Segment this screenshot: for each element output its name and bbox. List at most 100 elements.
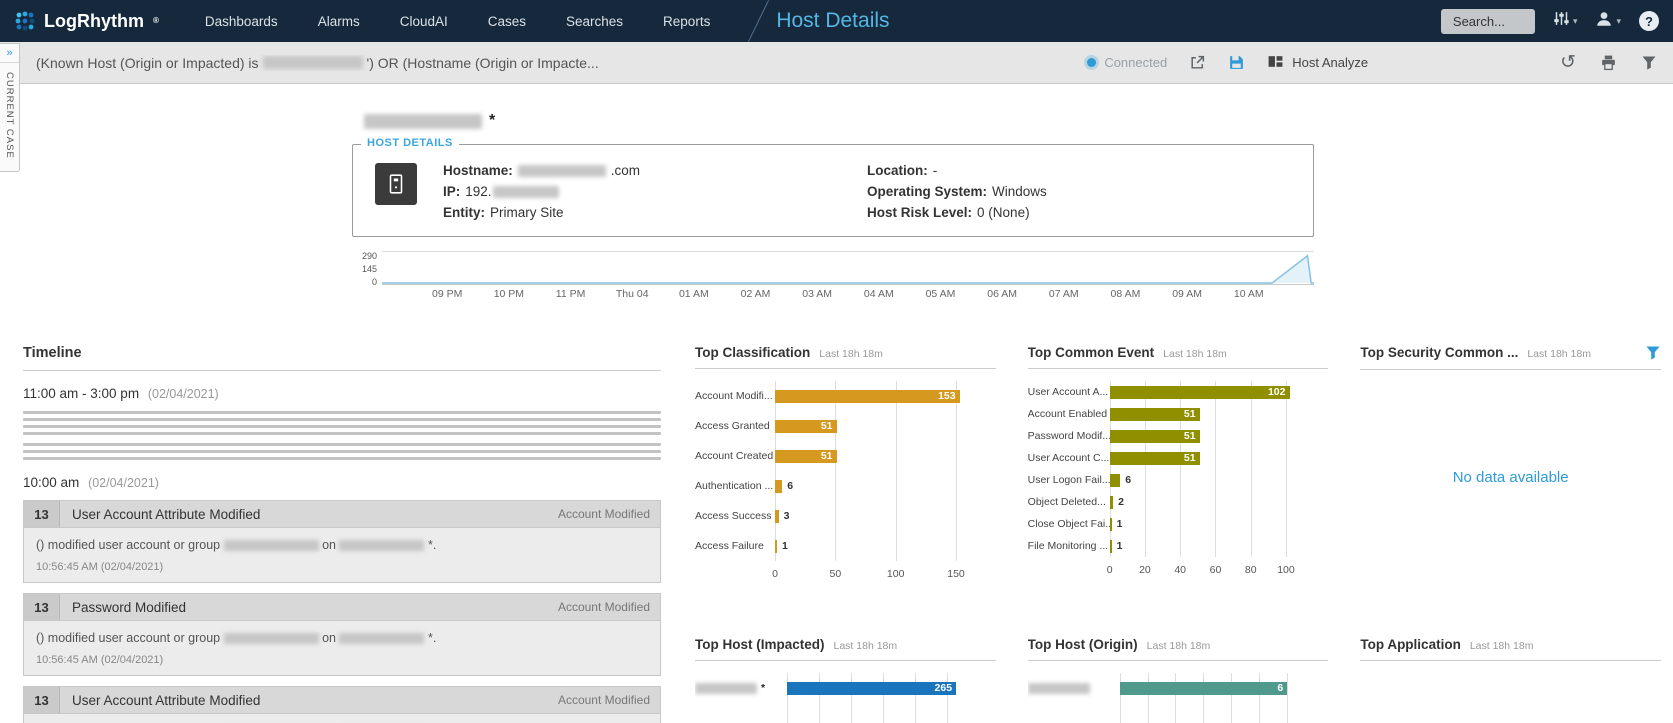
display-settings-control[interactable]: ▾ <box>1553 10 1578 32</box>
title-slash-divider <box>746 0 772 42</box>
x-tick: 100 <box>1277 564 1295 576</box>
chart-bar[interactable]: 51 <box>775 450 837 463</box>
collapsed-event-line <box>23 432 661 435</box>
undo-icon[interactable]: ↺ <box>1560 53 1576 72</box>
bar-row: 1 <box>1110 535 1299 557</box>
panel-time-range: Last 18h 18m <box>1147 640 1211 652</box>
redacted-label <box>695 683 757 694</box>
chart-bar[interactable]: 51 <box>1110 408 1200 421</box>
redacted-account-name <box>224 540 319 551</box>
x-tick: 100 <box>887 568 905 580</box>
event-count-badge: 13 <box>24 687 60 713</box>
nav-item-cases[interactable]: Cases <box>488 14 526 29</box>
redacted-host-name <box>339 633 424 644</box>
redacted-host-name <box>339 540 424 551</box>
category-label: User Account C... <box>1028 447 1110 469</box>
open-in-new-icon[interactable] <box>1189 54 1206 71</box>
collapsed-event-line <box>23 443 661 446</box>
timeline-event-card[interactable]: 13 User Account Attribute Modified Accou… <box>23 500 661 583</box>
collapsed-events-stack[interactable] <box>23 443 661 460</box>
sparkline-plot-area[interactable]: 09 PM10 PM11 PMThu 0401 AM02 AM03 AM04 A… <box>382 251 1314 305</box>
category-label: Access Granted <box>695 411 775 441</box>
widget-filter-funnel-icon[interactable] <box>1645 345 1661 361</box>
nav-item-dashboards[interactable]: Dashboards <box>205 14 278 29</box>
chevron-down-icon: ▾ <box>1616 16 1621 27</box>
category-label: User Account A... <box>1028 381 1110 403</box>
bar-row: 51 <box>1110 425 1299 447</box>
x-tick: 07 AM <box>1049 288 1079 300</box>
category-label: File Monitoring ... <box>1028 535 1110 557</box>
analyze-grid-icon <box>1267 53 1284 73</box>
chart-bar[interactable] <box>1110 496 1114 509</box>
nav-item-reports[interactable]: Reports <box>663 14 710 29</box>
expand-chevrons-icon[interactable]: » <box>0 44 19 63</box>
message-text: *. <box>428 538 436 552</box>
x-tick: 60 <box>1210 564 1222 576</box>
chart-bar[interactable]: 51 <box>1110 452 1200 465</box>
host-analyze-button[interactable]: Host Analyze <box>1267 53 1368 73</box>
help-icon[interactable]: ? <box>1639 11 1659 31</box>
chart-bar[interactable] <box>1110 540 1112 553</box>
x-tick: 10 PM <box>494 288 524 300</box>
x-tick: 10 AM <box>1234 288 1264 300</box>
event-timestamp: 10:56:45 AM (02/04/2021) <box>24 654 660 675</box>
redacted-ip-value <box>493 186 559 198</box>
bar-value: 1 <box>1117 519 1123 530</box>
chart-bar[interactable]: 6 <box>1120 682 1288 695</box>
chart-bar[interactable] <box>1110 474 1121 487</box>
search-toolbar: (Known Host (Origin or Impacted) is ') O… <box>0 42 1673 84</box>
entity-value: Primary Site <box>490 205 564 220</box>
message-text: on <box>322 631 336 645</box>
panel-title: Top Common Event <box>1028 345 1155 360</box>
host-summary-area: * HOST DETAILS Hostname: .com <box>352 112 1314 305</box>
category-label: Authentication ... <box>695 471 775 501</box>
x-tick: 80 <box>1245 564 1257 576</box>
x-tick: 02 AM <box>741 288 771 300</box>
collapsed-events-stack[interactable] <box>23 411 661 435</box>
classification-bar-chart[interactable]: Account Modifi...Access GrantedAccount C… <box>695 381 996 584</box>
nav-item-alarms[interactable]: Alarms <box>318 14 360 29</box>
host-origin-bar-chart[interactable]: 6 <box>1028 673 1329 723</box>
filter-funnel-icon[interactable] <box>1641 55 1657 71</box>
chart-bar[interactable] <box>1110 518 1112 531</box>
bar-value: 153 <box>938 391 956 402</box>
chart-bar[interactable] <box>775 480 782 493</box>
location-line: Location: - <box>867 163 1291 178</box>
ip-prefix: 192. <box>465 184 491 199</box>
nav-item-searches[interactable]: Searches <box>566 14 623 29</box>
event-card-header: 13 User Account Attribute Modified Accou… <box>24 687 660 714</box>
x-tick: 09 AM <box>1172 288 1202 300</box>
search-button[interactable]: Search... <box>1441 9 1535 34</box>
user-menu[interactable]: ▾ <box>1595 10 1621 33</box>
entity-label: Entity: <box>443 205 485 220</box>
chart-bar[interactable] <box>775 540 777 553</box>
chart-bar[interactable]: 51 <box>775 420 837 433</box>
query-expression[interactable]: (Known Host (Origin or Impacted) is ') O… <box>36 55 599 71</box>
entity-line: Entity: Primary Site <box>443 205 867 220</box>
event-timestamp: 10:56:45 AM (02/04/2021) <box>24 561 660 582</box>
event-card-header: 13 Password Modified Account Modified <box>24 594 660 621</box>
bar-row: 6 <box>1120 673 1299 703</box>
collapsed-event-line <box>23 425 661 428</box>
timeline-group-header-2: 10:00 am (02/04/2021) <box>23 475 661 490</box>
timeline-event-card[interactable]: 13 User Account Attribute Modified Accou… <box>23 686 661 723</box>
chart-bar[interactable]: 51 <box>1110 430 1200 443</box>
chart-bar[interactable]: 153 <box>775 390 960 403</box>
x-tick: 50 <box>829 568 841 580</box>
chart-bar[interactable]: 102 <box>1110 386 1290 399</box>
save-search-icon[interactable] <box>1228 54 1245 71</box>
bar-value: 51 <box>1184 431 1196 442</box>
event-title: User Account Attribute Modified <box>72 693 260 708</box>
chart-bar[interactable] <box>775 510 779 523</box>
nav-item-cloudai[interactable]: CloudAI <box>400 14 448 29</box>
host-impacted-bar-chart[interactable]: *265 <box>695 673 996 723</box>
print-icon[interactable] <box>1600 54 1617 71</box>
current-case-flyout-tab[interactable]: » CURRENT CASE <box>0 43 20 172</box>
chart-bar[interactable]: 265 <box>787 682 956 695</box>
timeline-event-card[interactable]: 13 Password Modified Account Modified ()… <box>23 593 661 676</box>
logrhythm-brand[interactable]: LogRhythm® <box>14 10 159 32</box>
ip-label: IP: <box>443 184 460 199</box>
panel-title: Top Host (Origin) <box>1028 637 1138 652</box>
user-icon <box>1595 10 1613 33</box>
common-event-bar-chart[interactable]: User Account A...Account EnabledPassword… <box>1028 381 1329 580</box>
